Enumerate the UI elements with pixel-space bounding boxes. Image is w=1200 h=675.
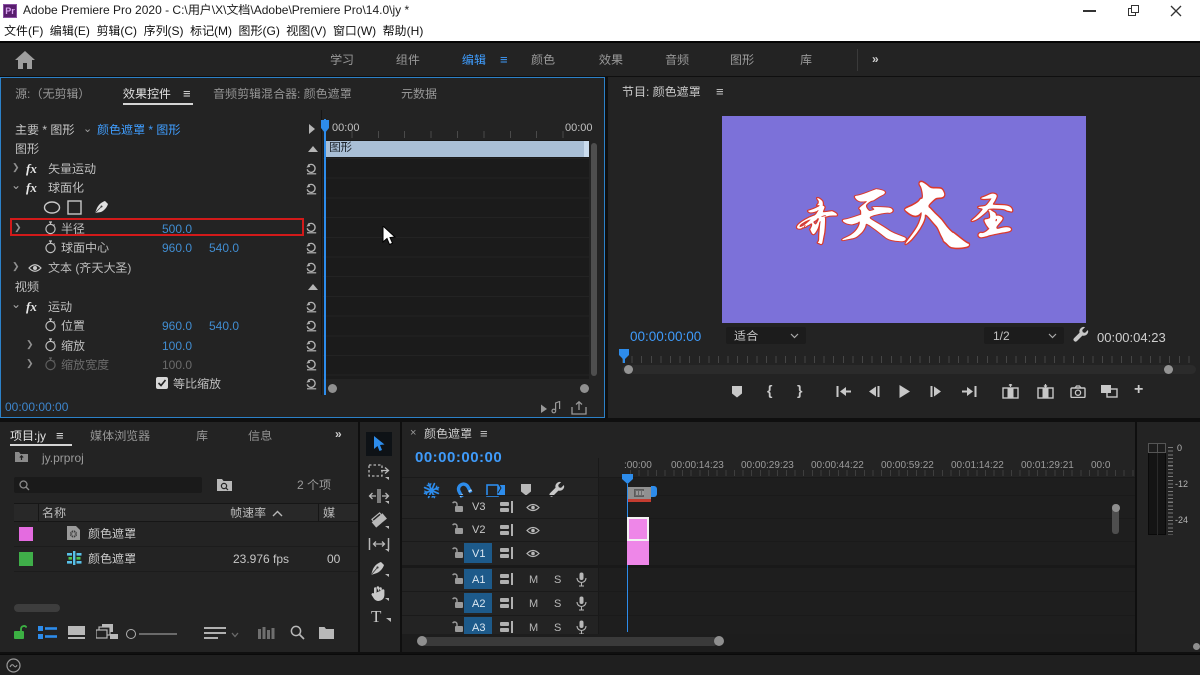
svg-text:圣: 圣 xyxy=(964,187,1021,248)
